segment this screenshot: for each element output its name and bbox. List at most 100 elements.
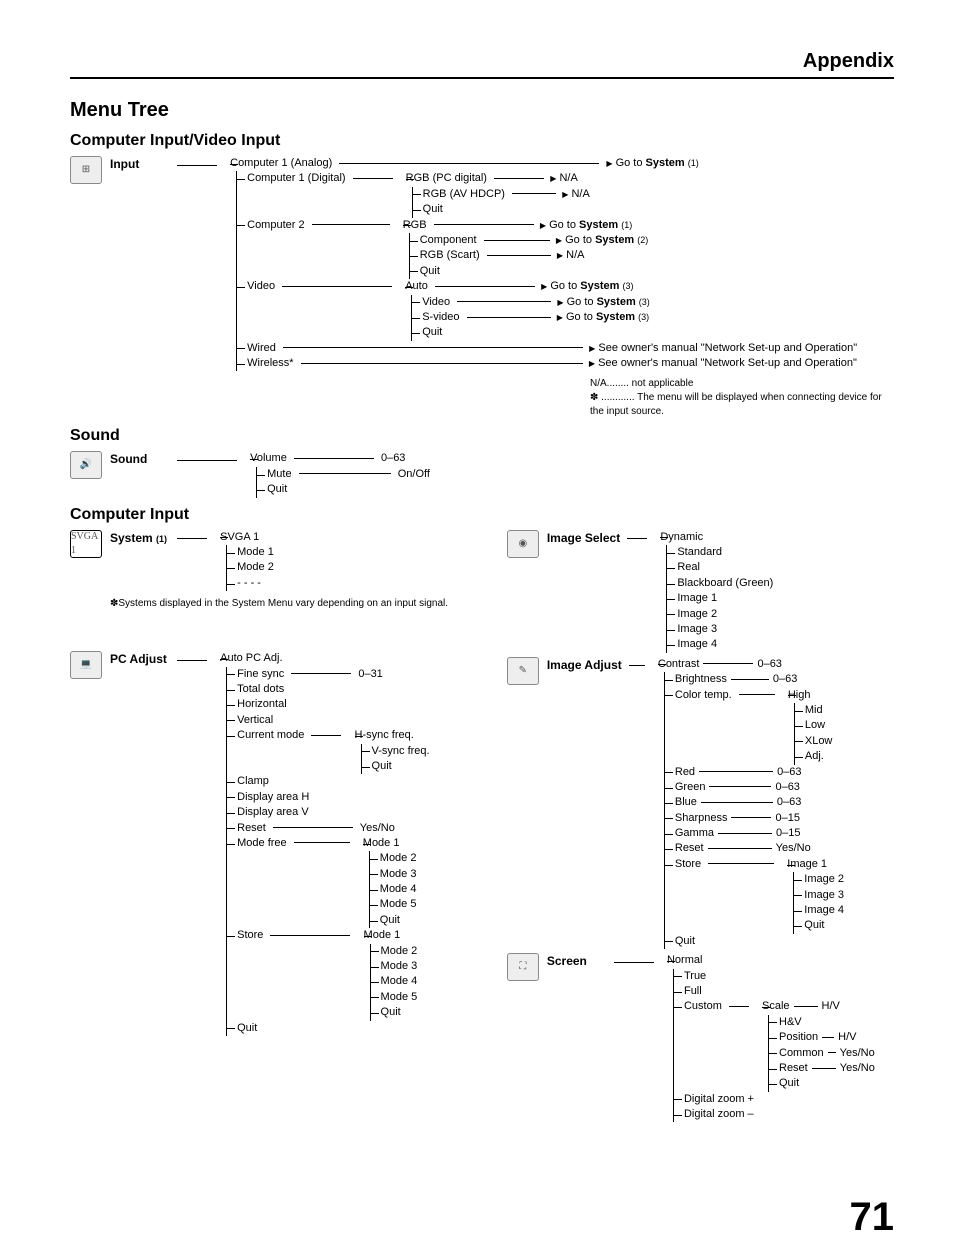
sound-root: Sound: [110, 451, 170, 468]
sys-item: Mode 1: [227, 545, 274, 560]
page-header: Appendix: [70, 50, 894, 79]
pc-quit: Quit: [227, 1021, 429, 1036]
ia-store-item: Image 4: [794, 903, 844, 918]
scr-full: Full: [674, 984, 875, 999]
pc-reset-opts: Yes/No: [360, 822, 395, 834]
ia-gamma: Gamma: [675, 827, 714, 839]
input-wireless: Wireless*: [247, 357, 293, 369]
ct-item: Low: [795, 718, 833, 733]
sys-item: Mode 2: [227, 560, 274, 575]
pc-currentmode: Current mode: [237, 729, 304, 741]
mf-item: Mode 4: [370, 882, 417, 897]
imageadjust-root: Image Adjust: [547, 657, 622, 674]
c-quit: Quit: [769, 1076, 875, 1091]
c1d-rgb-pc: RGB (PC digital): [406, 172, 487, 184]
c2-rgb: RGB: [403, 219, 427, 231]
screen-icon: ⛶: [507, 953, 539, 981]
ia-store-item: Image 2: [794, 872, 844, 887]
section-computer-input: Computer Input: [70, 506, 894, 524]
input-video: Video: [247, 280, 275, 292]
ia-colortemp: Color temp.: [675, 689, 732, 701]
c2-component: Component: [420, 234, 477, 246]
input-root: Input: [110, 156, 170, 173]
input-computer1-digital: Computer 1 (Digital): [247, 172, 345, 184]
st-item: Mode 5: [371, 990, 418, 1005]
is-item: Standard: [667, 545, 773, 560]
c-scale: Scale: [762, 1000, 790, 1012]
scr-custom: Custom: [684, 1000, 722, 1012]
mf-item: Mode 5: [370, 897, 417, 912]
pc-clamp: Clamp: [227, 774, 429, 789]
pc-auto: Auto PC Adj.: [220, 651, 429, 666]
input-icon: ⊞: [70, 156, 102, 184]
ia-store: Store: [675, 858, 701, 870]
st-item: Mode 4: [371, 974, 418, 989]
c-hv: H&V: [769, 1015, 875, 1030]
input-computer1-analog: Computer 1 (Analog): [230, 157, 332, 169]
ia-quit: Quit: [665, 934, 844, 949]
pcadjust-root: PC Adjust: [110, 651, 170, 668]
ct-item: High: [788, 688, 833, 703]
is-item: Real: [667, 560, 773, 575]
sound-quit: Quit: [267, 483, 287, 495]
pc-finesync: Fine sync: [237, 668, 284, 680]
page-number: 71: [850, 1195, 895, 1240]
pc-totaldots: Total dots: [227, 682, 429, 697]
c-position: Position: [779, 1031, 818, 1043]
ia-store-item: Image 1: [787, 857, 844, 872]
pc-store: Store: [237, 929, 263, 941]
pc-reset: Reset: [237, 822, 266, 834]
imageadjust-icon: ✎: [507, 657, 539, 685]
input-wired: Wired: [247, 342, 276, 354]
pc-display-v: Display area V: [227, 805, 429, 820]
page-title: Menu Tree: [70, 99, 894, 122]
ia-blue: Blue: [675, 796, 697, 808]
is-item: Image 3: [667, 622, 773, 637]
scr-true: True: [674, 969, 875, 984]
note-star: ✽ ............ The menu will be displaye…: [590, 391, 894, 419]
ia-green: Green: [675, 781, 706, 793]
mf-item: Mode 3: [370, 867, 417, 882]
ct-item: XLow: [795, 734, 833, 749]
sound-mute: Mute: [267, 468, 291, 480]
v-auto: Auto: [405, 280, 428, 292]
wired-dest: See owner's manual "Network Set-up and O…: [598, 342, 857, 354]
is-item: Dynamic: [660, 530, 773, 545]
sys-item: SVGA 1: [220, 530, 274, 545]
st-item: Quit: [371, 1005, 418, 1020]
c2-rgb-scart-dest: N/A: [566, 249, 584, 261]
sound-mute-opts: On/Off: [398, 468, 430, 480]
sound-volume: Volume: [250, 452, 287, 464]
input-computer2: Computer 2: [247, 219, 304, 231]
is-item: Blackboard (Green): [667, 576, 773, 591]
st-item: Mode 1: [364, 928, 418, 943]
ia-red: Red: [675, 766, 695, 778]
st-item: Mode 3: [371, 959, 418, 974]
pc-modefree: Mode free: [237, 837, 287, 849]
cm-h: H-sync freq.: [355, 728, 430, 743]
c1d-rgb-av-dest: N/A: [571, 188, 589, 200]
imageselect-icon: ◉: [507, 530, 539, 558]
is-item: Image 2: [667, 607, 773, 622]
note-na: N/A........ not applicable: [590, 377, 894, 391]
scr-dzoom-plus: Digital zoom +: [674, 1092, 875, 1107]
scr-dzoom-minus: Digital zoom –: [674, 1107, 875, 1122]
mf-item: Mode 2: [370, 851, 417, 866]
mf-item: Quit: [370, 913, 417, 928]
is-item: Image 1: [667, 591, 773, 606]
c1d-quit: Quit: [423, 203, 443, 215]
ia-brightness: Brightness: [675, 673, 727, 685]
c1d-rgb-av: RGB (AV HDCP): [423, 188, 505, 200]
sound-icon: 🔊: [70, 451, 102, 479]
ia-contrast: Contrast: [658, 658, 700, 670]
ct-item: Mid: [795, 703, 833, 718]
section-computer-video-input: Computer Input/Video Input: [70, 132, 894, 150]
st-item: Mode 2: [371, 944, 418, 959]
mf-item: Mode 1: [363, 836, 417, 851]
imageselect-root: Image Select: [547, 530, 620, 547]
system-root: System (1): [110, 530, 170, 547]
svga1-badge: SVGA 1: [70, 530, 102, 558]
v-video: Video: [422, 296, 450, 308]
pcadjust-icon: 💻: [70, 651, 102, 679]
v-svideo: S-video: [422, 311, 459, 323]
